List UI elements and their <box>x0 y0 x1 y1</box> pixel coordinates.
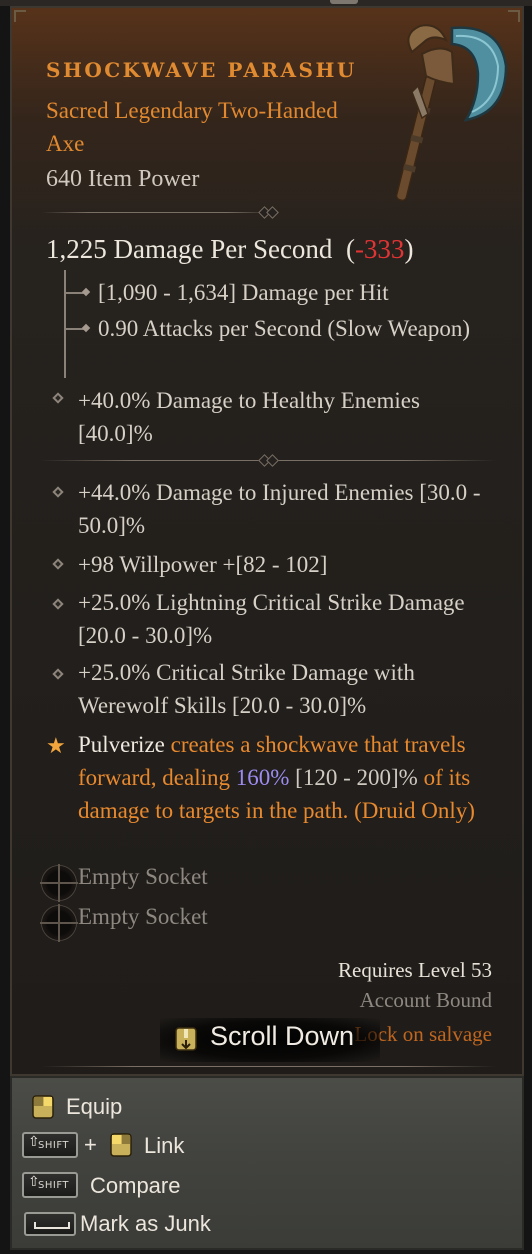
plus-sign: + <box>84 1132 97 1157</box>
aspect-skill: Pulverize <box>78 732 165 757</box>
attacks-per-second: 0.90 Attacks per Second (Slow Weapon) <box>98 316 471 341</box>
left-click-icon <box>110 1133 132 1157</box>
empty-socket-icon <box>40 904 78 942</box>
stat-tree-branch <box>66 328 84 330</box>
legendary-star-icon: ★ <box>46 734 66 759</box>
socket-label: Empty Socket <box>78 904 208 929</box>
shift-key-label: SHIFT <box>38 1180 70 1191</box>
frame-handle <box>330 0 358 4</box>
equip-action[interactable]: Equip <box>66 1094 122 1120</box>
link-action[interactable]: Link <box>144 1133 184 1159</box>
diamond-bullet-icon <box>52 598 64 610</box>
socket-label: Empty Socket <box>78 864 208 889</box>
legendary-aspect: Pulverize creates a shockwave that trave… <box>78 728 498 827</box>
implicit-affix: +40.0% Damage to Healthy Enemies [40.0]% <box>78 388 420 446</box>
diamond-bullet-icon <box>52 558 64 570</box>
mark-as-junk-action[interactable]: Mark as Junk <box>80 1211 211 1237</box>
item-tooltip: SHOCKWAVE PARASHU Sacred Legendary Two-H… <box>10 6 524 1076</box>
item-type: Sacred Legendary Two-Handed Axe <box>46 98 338 156</box>
empty-socket-icon <box>40 864 78 902</box>
mouse-scroll-icon <box>175 1027 197 1051</box>
shift-key-label: SHIFT <box>38 1140 70 1151</box>
corner-ornament <box>14 10 26 22</box>
affix-line: +98 Willpower +[82 - 102] <box>78 552 328 577</box>
shift-key-icon: SHIFT <box>22 1172 78 1198</box>
affix-line: +25.0% Critical Strike Damage with Werew… <box>78 660 415 718</box>
item-name: SHOCKWAVE PARASHU <box>46 58 357 82</box>
action-bar: Equip SHIFT + Link SHIFT Compare Mark as… <box>10 1076 524 1250</box>
item-power: 640 Item Power <box>46 166 200 192</box>
dps-difference: -333 <box>354 234 405 264</box>
damage-per-second: 1,225 Damage Per Second (-333) <box>46 234 414 264</box>
spacebar-key-icon <box>24 1212 76 1236</box>
stat-tree-branch <box>66 292 84 294</box>
dps-value: 1,225 Damage Per Second <box>46 234 333 264</box>
level-requirement: Requires Level 53 <box>338 958 492 982</box>
diamond-bullet-icon <box>52 392 64 404</box>
diamond-bullet-icon <box>52 486 64 498</box>
stat-tree-line <box>64 270 66 378</box>
aspect-value: 160% <box>235 765 290 790</box>
affix-line: +44.0% Damage to Injured Enemies [30.0 -… <box>78 480 481 538</box>
right-click-icon <box>32 1095 54 1119</box>
scroll-down-label[interactable]: Scroll Down <box>210 1021 354 1052</box>
section-divider <box>42 1066 496 1067</box>
aspect-range: [120 - 200]% <box>289 765 418 790</box>
binding-status: Account Bound <box>359 988 492 1012</box>
section-divider <box>42 212 272 213</box>
damage-per-hit: [1,090 - 1,634] Damage per Hit <box>98 280 389 305</box>
two-handed-axe-icon <box>395 24 508 202</box>
diamond-bullet-icon <box>52 668 64 680</box>
shift-key-icon: SHIFT <box>22 1132 78 1158</box>
affix-line: +25.0% Lightning Critical Strike Damage … <box>78 590 465 648</box>
section-divider <box>40 460 496 461</box>
compare-action[interactable]: Compare <box>90 1173 180 1199</box>
